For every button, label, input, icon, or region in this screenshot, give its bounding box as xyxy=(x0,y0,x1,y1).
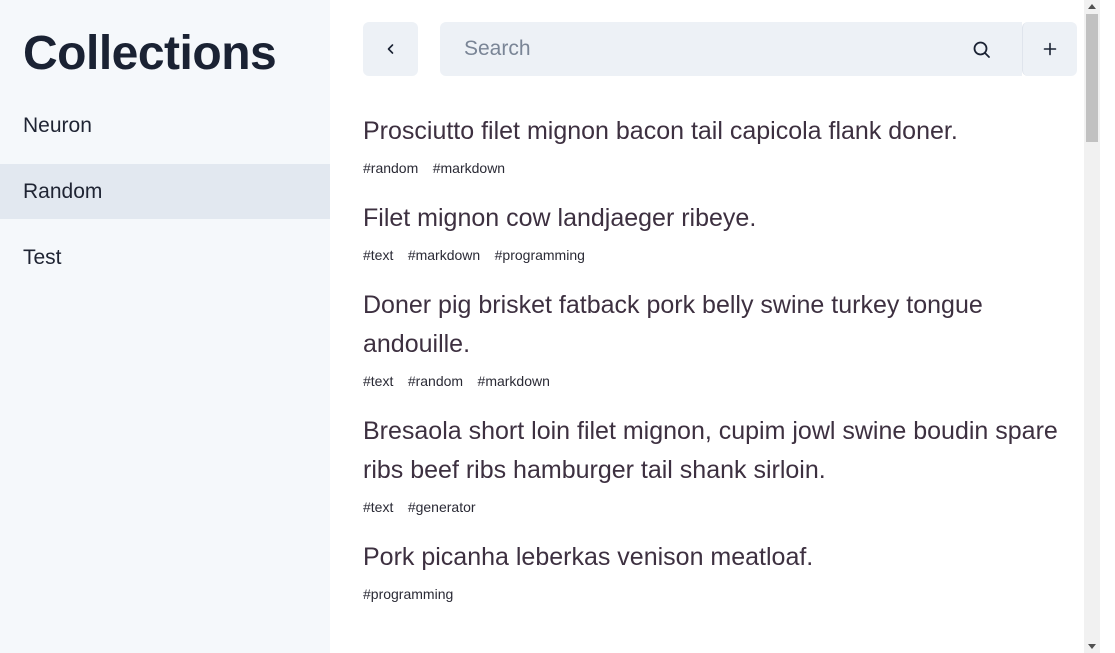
sidebar-item-neuron[interactable]: Neuron xyxy=(0,98,330,153)
sidebar-item-test[interactable]: Test xyxy=(0,230,330,285)
scrollbar[interactable] xyxy=(1084,0,1100,653)
tag-list: #text #generator xyxy=(363,499,1063,519)
scroll-up-arrow-icon[interactable] xyxy=(1088,4,1096,9)
app-window: Collections Neuron Random Test Search Pr… xyxy=(0,0,1115,653)
chevron-left-icon xyxy=(387,44,393,54)
tag[interactable]: #programming xyxy=(495,247,585,263)
list-item[interactable]: Doner pig brisket fatback pork belly swi… xyxy=(363,286,1063,393)
tag-list: #text #markdown #programming xyxy=(363,247,1063,267)
list-item[interactable]: Bresaola short loin filet mignon, cupim … xyxy=(363,412,1063,519)
tag[interactable]: #random xyxy=(408,373,463,389)
note-title[interactable]: Bresaola short loin filet mignon, cupim … xyxy=(363,412,1063,490)
toolbar xyxy=(363,22,1077,76)
tag[interactable]: #markdown xyxy=(408,247,480,263)
back-button[interactable] xyxy=(363,22,418,76)
sidebar-item-random[interactable]: Random xyxy=(0,164,330,219)
list-item[interactable]: Pork picanha leberkas venison meatloaf. … xyxy=(363,538,1063,606)
tag[interactable]: #generator xyxy=(408,499,476,515)
tag-list: #text #random #markdown xyxy=(363,373,1063,393)
plus-icon xyxy=(1043,42,1057,56)
tag-list: #programming xyxy=(363,586,1063,606)
search-box xyxy=(440,22,1022,76)
tag[interactable]: #markdown xyxy=(433,160,505,176)
list-item[interactable]: Prosciutto filet mignon bacon tail capic… xyxy=(363,112,1063,180)
tag[interactable]: #text xyxy=(363,499,393,515)
tag[interactable]: #text xyxy=(363,247,393,263)
list-item[interactable]: Filet mignon cow landjaeger ribeye. #tex… xyxy=(363,199,1063,267)
sidebar: Collections Neuron Random Test xyxy=(0,0,330,653)
notes-panel: Prosciutto filet mignon bacon tail capic… xyxy=(330,0,1100,653)
notes-list: Prosciutto filet mignon bacon tail capic… xyxy=(363,112,1063,625)
tag[interactable]: #markdown xyxy=(478,373,550,389)
note-title[interactable]: Prosciutto filet mignon bacon tail capic… xyxy=(363,112,1063,151)
note-title[interactable]: Doner pig brisket fatback pork belly swi… xyxy=(363,286,1063,364)
tag[interactable]: #text xyxy=(363,373,393,389)
scroll-down-arrow-icon[interactable] xyxy=(1088,644,1096,649)
scroll-thumb[interactable] xyxy=(1086,14,1098,142)
search-icon[interactable] xyxy=(972,40,992,60)
tag[interactable]: #programming xyxy=(363,586,453,602)
search-input[interactable] xyxy=(440,22,950,76)
add-note-button[interactable] xyxy=(1022,22,1077,76)
note-title[interactable]: Pork picanha leberkas venison meatloaf. xyxy=(363,538,1063,577)
tag-list: #random #markdown xyxy=(363,160,1063,180)
page-title: Collections xyxy=(23,27,277,80)
note-title[interactable]: Filet mignon cow landjaeger ribeye. xyxy=(363,199,1063,238)
tag[interactable]: #random xyxy=(363,160,418,176)
